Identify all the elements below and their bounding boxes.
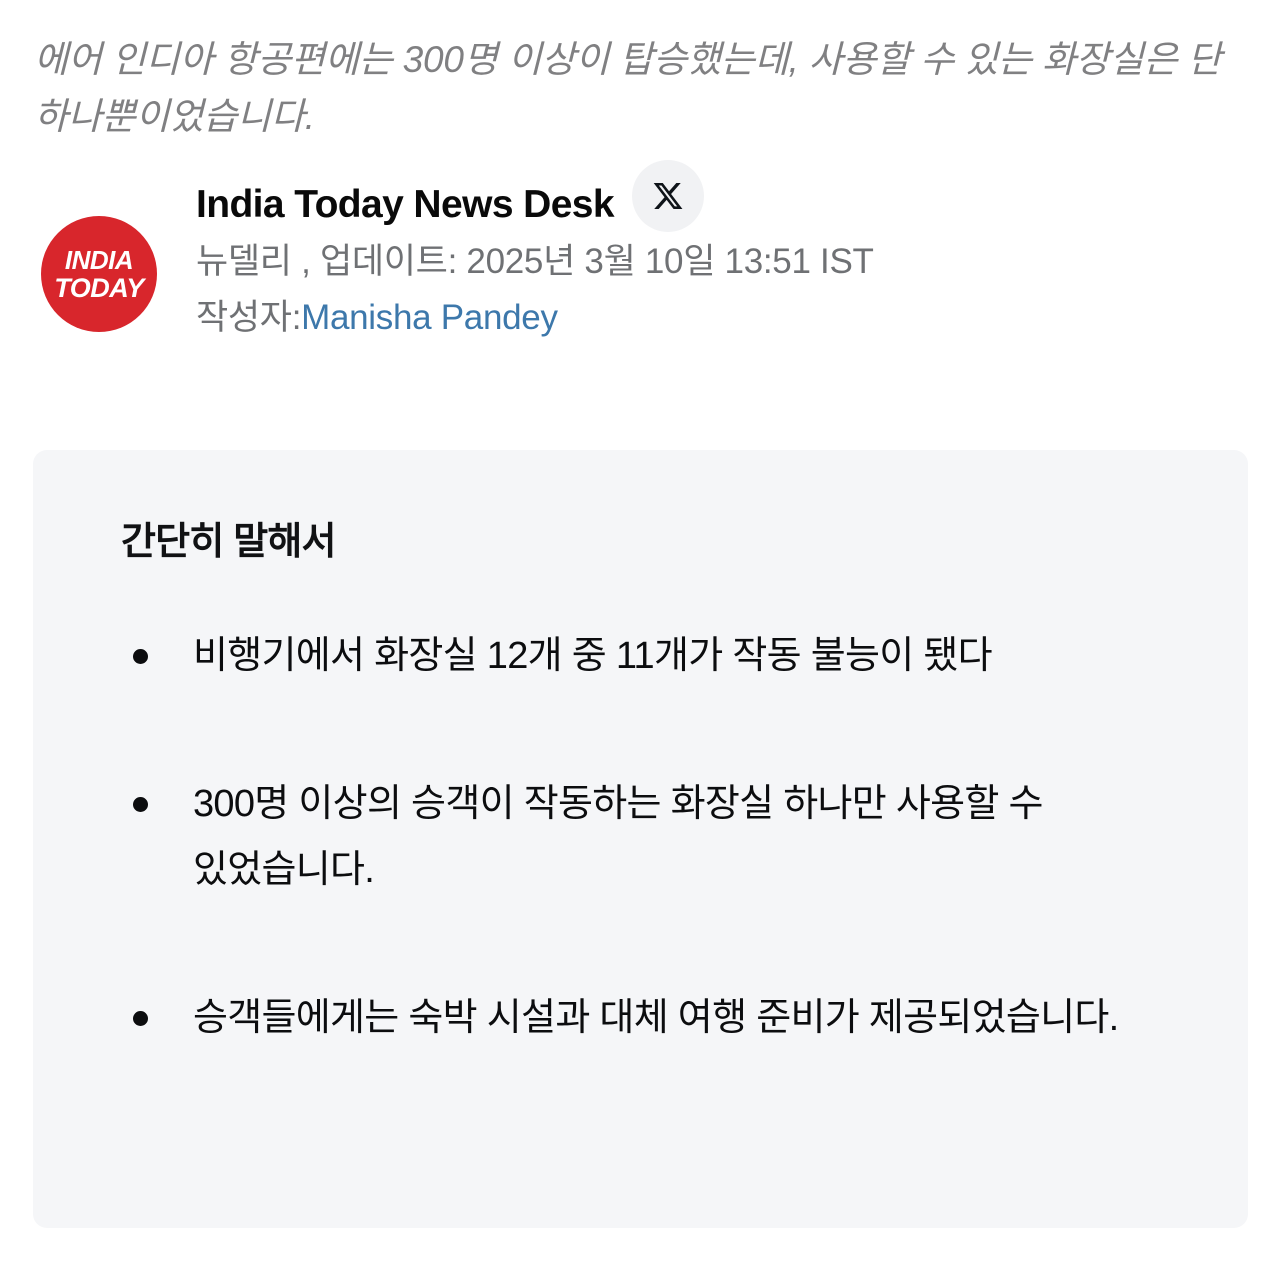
x-twitter-icon[interactable] xyxy=(631,160,704,232)
location-and-update: 뉴델리 , 업데이트: 2025년 3월 10일 13:51 IST xyxy=(196,242,874,281)
byline: INDIA TODAY India Today News Desk 뉴델리 , … xyxy=(34,160,1244,346)
bullet-dot-icon xyxy=(133,649,148,664)
list-item-label: 비행기에서 화장실 12개 중 11개가 작동 불능이 됐다 xyxy=(193,635,993,677)
summary-bullet-list: 비행기에서 화장실 12개 중 11개가 작동 불능이 됐다 300명 이상의 … xyxy=(77,623,1204,1051)
desk-name: India Today News Desk xyxy=(196,183,615,226)
bullet-dot-icon xyxy=(133,797,148,812)
list-item: 비행기에서 화장실 12개 중 11개가 작동 불능이 됐다 xyxy=(77,623,1204,689)
list-item-label: 승객들에게는 숙박 시설과 대체 여행 준비가 제공되었습니다. xyxy=(193,997,1119,1039)
list-item: 승객들에게는 숙박 시설과 대체 여행 준비가 제공되었습니다. xyxy=(77,985,1204,1051)
author-link[interactable]: Manisha Pandey xyxy=(301,298,558,337)
summary-title: 간단히 말해서 xyxy=(121,521,337,563)
author-line: 작성자:Manisha Pandey xyxy=(196,290,1244,346)
desk-row: India Today News Desk xyxy=(196,160,1244,234)
logo-line-1: INDIA xyxy=(64,244,134,275)
logo-line-2: TODAY xyxy=(54,272,144,303)
list-item: 300명 이상의 승객이 작동하는 화장실 하나만 사용할 수 있었습니다. xyxy=(77,771,1204,903)
summary-card: 간단히 말해서 비행기에서 화장실 12개 중 11개가 작동 불능이 됐다 3… xyxy=(33,450,1248,1228)
list-item-label: 300명 이상의 승객이 작동하는 화장실 하나만 사용할 수 있었습니다. xyxy=(193,783,1043,891)
author-prefix: 작성자: xyxy=(196,298,302,337)
article-intro-paragraph: 에어 인디아 항공편에는 300명 이상이 탑승했는데, 사용할 수 있는 화장… xyxy=(34,39,1222,137)
byline-text: India Today News Desk 뉴델리 , 업데이트: 2025년 … xyxy=(164,160,1244,346)
india-today-logo[interactable]: INDIA TODAY xyxy=(41,216,157,332)
publisher-logo-wrap: INDIA TODAY xyxy=(34,170,164,332)
bullet-dot-icon xyxy=(133,1011,148,1026)
